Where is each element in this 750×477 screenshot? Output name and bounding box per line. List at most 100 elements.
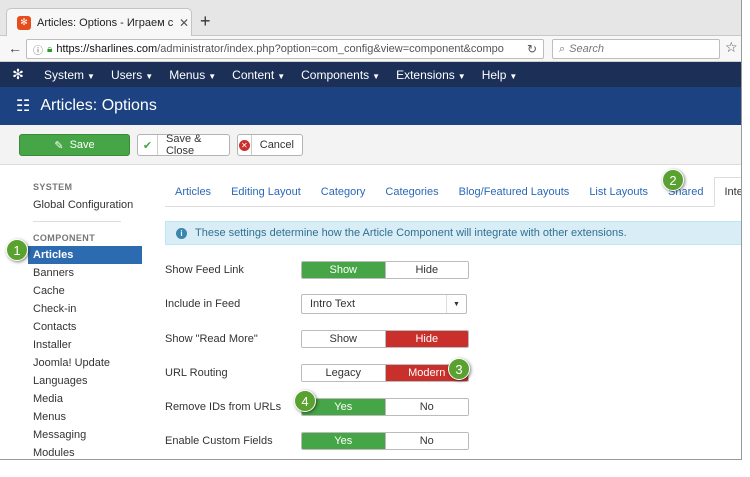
callout-2: 2	[662, 169, 684, 191]
sidebar-item-cache[interactable]: Cache	[28, 282, 142, 300]
navigation-bar: ← ⓘ 🔒︎ https://sharlines.com/administrat…	[0, 36, 741, 62]
menu-components[interactable]: Components ▼	[293, 68, 388, 82]
sidebar-item-media[interactable]: Media	[28, 390, 142, 408]
sidebar-item-check-in[interactable]: Check-in	[28, 300, 142, 318]
field-url-routing: URL Routing Legacy Modern	[165, 364, 485, 382]
sidebar-item-messaging[interactable]: Messaging	[28, 426, 142, 444]
sidebar: SYSTEM Global Configuration COMPONENT Ar…	[0, 175, 150, 459]
save-close-button[interactable]: ✔ Save & Close	[137, 133, 230, 157]
page-title: Articles: Options	[40, 97, 157, 114]
url-text: https://sharlines.com/administrator/inde…	[56, 43, 504, 55]
lock-icon: 🔒︎	[47, 43, 53, 55]
sidebar-heading-system: SYSTEM	[33, 182, 73, 192]
toolbar: ✎ Save ✔ Save & Close ✕ Cancel	[0, 125, 741, 165]
search-icon: ⌕	[559, 42, 566, 55]
cancel-label: Cancel	[259, 139, 294, 151]
field-label: Include in Feed	[165, 298, 241, 310]
remove-ids-toggle: Yes No	[301, 398, 469, 416]
menu-content[interactable]: Content ▼	[224, 68, 293, 82]
show-option[interactable]: Show	[302, 262, 385, 278]
reload-icon[interactable]: ↻	[527, 42, 537, 56]
sidebar-divider	[33, 221, 121, 222]
field-label: Show Feed Link	[165, 264, 244, 276]
tab-integration[interactable]: Integration	[713, 177, 741, 207]
field-label: Remove IDs from URLs	[165, 401, 282, 413]
menu-help[interactable]: Help ▼	[474, 68, 526, 82]
field-label: Show "Read More"	[165, 333, 258, 345]
browser-window: ✻ Articles: Options - Играем с ✕ + ← ⓘ 🔒…	[0, 0, 742, 460]
tab-articles[interactable]: Articles	[165, 186, 221, 206]
search-placeholder: Search	[569, 43, 605, 55]
sidebar-item-contacts[interactable]: Contacts	[28, 318, 142, 336]
joomla-favicon-icon: ✻	[17, 15, 31, 30]
include-in-feed-select[interactable]: Intro Text ▼	[301, 294, 467, 314]
save-button[interactable]: ✎ Save	[19, 134, 130, 156]
info-alert: i These settings determine how the Artic…	[165, 221, 741, 245]
sidebar-item-languages[interactable]: Languages	[28, 372, 142, 390]
options-sliders-icon: ☷	[16, 98, 31, 115]
yes-option[interactable]: Yes	[302, 433, 385, 449]
tab-list-layouts[interactable]: List Layouts	[579, 186, 658, 206]
save-label: Save	[69, 139, 95, 151]
hide-option[interactable]: Hide	[384, 262, 468, 278]
info-icon: i	[176, 227, 187, 239]
bookmark-star-icon[interactable]: ☆	[725, 39, 738, 56]
sidebar-item-installer[interactable]: Installer	[28, 336, 142, 354]
field-label: Enable Custom Fields	[165, 435, 273, 447]
menu-menus[interactable]: Menus ▼	[161, 68, 224, 82]
save-close-label: Save & Close	[165, 133, 202, 157]
tab-categories[interactable]: Categories	[375, 186, 448, 206]
menu-system[interactable]: System ▼	[36, 68, 103, 82]
new-tab-button[interactable]: +	[200, 11, 211, 32]
caret-down-icon: ▼	[446, 295, 466, 313]
field-show-read-more: Show "Read More" Show Hide	[165, 330, 485, 348]
back-icon[interactable]: ←	[8, 40, 22, 56]
tab-strip: ✻ Articles: Options - Играем с ✕ +	[0, 0, 741, 36]
menu-extensions[interactable]: Extensions ▼	[388, 68, 474, 82]
url-routing-toggle: Legacy Modern	[301, 364, 469, 382]
callout-1: 1	[6, 239, 28, 261]
search-input[interactable]: ⌕ Search	[552, 39, 720, 59]
field-label: URL Routing	[165, 367, 228, 379]
joomla-menubar: ✻ System ▼ Users ▼ Menus ▼ Content ▼ Compone…	[0, 62, 741, 87]
callout-4: 4	[294, 390, 316, 412]
legacy-option[interactable]: Legacy	[302, 365, 385, 381]
show-read-more-toggle: Show Hide	[301, 330, 469, 348]
sidebar-item-menus[interactable]: Menus	[28, 408, 142, 426]
field-include-in-feed: Include in Feed Intro Text ▼	[165, 294, 485, 314]
callout-3: 3	[448, 358, 470, 380]
custom-fields-toggle: Yes No	[301, 432, 469, 450]
field-remove-ids: Remove IDs from URLs Yes No	[165, 398, 485, 416]
no-option[interactable]: No	[384, 399, 468, 415]
tab-category[interactable]: Category	[311, 186, 376, 206]
sidebar-item-global-configuration[interactable]: Global Configuration	[28, 196, 142, 214]
joomla-logo-icon[interactable]: ✻	[0, 66, 36, 83]
sidebar-item-banners[interactable]: Banners	[28, 264, 142, 282]
show-option[interactable]: Show	[302, 331, 385, 347]
tab-title: Articles: Options - Играем с	[37, 16, 173, 29]
page-header: ☷ Articles: Options	[0, 87, 741, 125]
browser-tab[interactable]: ✻ Articles: Options - Играем с ✕	[6, 8, 192, 36]
field-enable-custom-fields: Enable Custom Fields Yes No	[165, 432, 485, 450]
tab-blog-featured-layouts[interactable]: Blog/Featured Layouts	[449, 186, 580, 206]
hide-option[interactable]: Hide	[384, 331, 468, 347]
show-feed-link-toggle: Show Hide	[301, 261, 469, 279]
select-value: Intro Text	[310, 298, 356, 310]
edit-icon: ✎	[54, 139, 64, 152]
checkmark-icon: ✔	[138, 135, 158, 155]
sidebar-item-modules[interactable]: Modules	[28, 444, 142, 459]
info-icon[interactable]: ⓘ	[33, 42, 43, 57]
close-icon[interactable]: ✕	[179, 16, 189, 30]
field-show-feed-link: Show Feed Link Show Hide	[165, 261, 485, 279]
sidebar-item-articles[interactable]: Articles	[28, 246, 142, 264]
no-option[interactable]: No	[384, 433, 468, 449]
cancel-icon: ✕	[238, 135, 252, 155]
tab-editing-layout[interactable]: Editing Layout	[221, 186, 311, 206]
sidebar-heading-component: COMPONENT	[33, 233, 96, 243]
sidebar-item-joomla-update[interactable]: Joomla! Update	[28, 354, 142, 372]
cancel-button[interactable]: ✕ Cancel	[237, 134, 303, 156]
info-text: These settings determine how the Article…	[195, 227, 627, 239]
options-tabs: Articles Editing Layout Category Categor…	[165, 177, 741, 207]
menu-users[interactable]: Users ▼	[103, 68, 161, 82]
address-bar[interactable]: ⓘ 🔒︎ https://sharlines.com/administrator…	[26, 39, 544, 59]
